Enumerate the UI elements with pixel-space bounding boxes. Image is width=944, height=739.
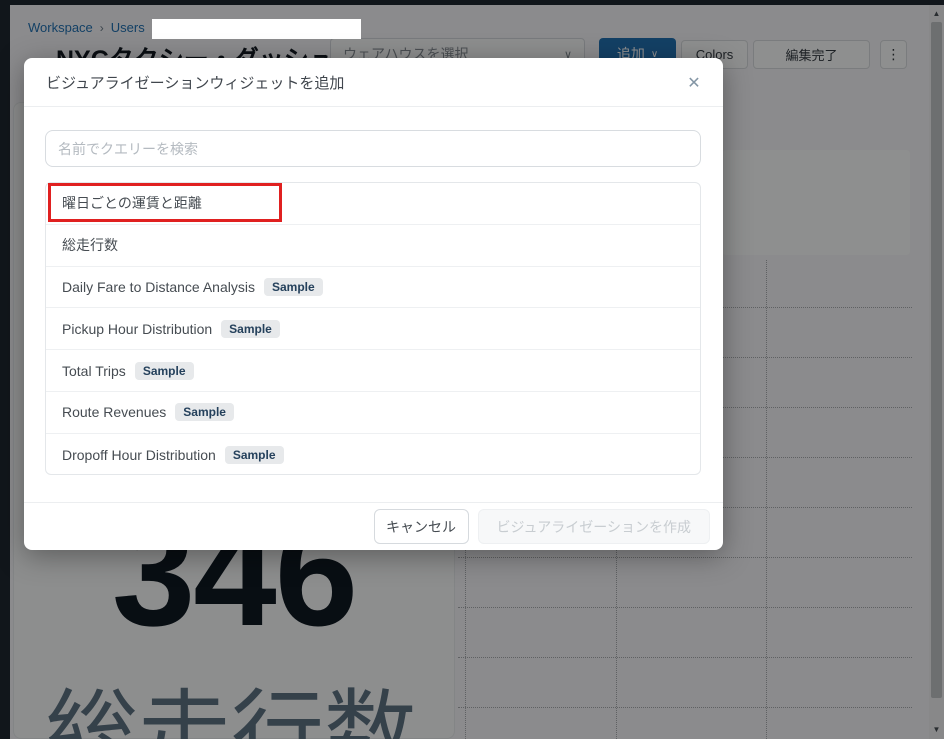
modal-footer: キャンセル ビジュアライゼーションを作成 — [24, 502, 723, 550]
query-list-item[interactable]: Dropoff Hour Distribution Sample — [46, 434, 700, 474]
query-name: Total Trips — [62, 362, 126, 379]
screen: Workspace › Users › NYCタクシー・ダッシュ ウェアハウスを… — [0, 0, 944, 739]
query-list: 曜日ごとの運賃と距離 総走行数 Daily Fare to Distance Ana… — [45, 182, 701, 475]
cancel-button[interactable]: キャンセル — [373, 509, 469, 544]
add-visualization-modal: ビジュアライゼーションウィジェットを追加 ✕ 曜日ごとの運賃と距離総走行数 Dai… — [24, 58, 723, 550]
query-list-item[interactable]: Route Revenues Sample — [46, 392, 700, 434]
modal-header: ビジュアライゼーションウィジェットを追加 — [24, 58, 723, 107]
query-search-input[interactable] — [45, 130, 701, 167]
query-list-item[interactable]: Pickup Hour Distribution Sample — [46, 308, 700, 351]
sample-badge: Sample — [221, 319, 280, 338]
modal-title: ビジュアライゼーションウィジェットを追加 — [46, 74, 345, 92]
query-list-item[interactable]: Total Trips Sample — [46, 350, 700, 392]
query-list-item[interactable]: Daily Fare to Distance Analysis Sample — [46, 267, 700, 309]
query-list-item[interactable]: 曜日ごとの運賃と距離 — [46, 183, 700, 225]
query-name: Daily Fare to Distance Analysis — [62, 278, 255, 295]
query-name: Route Revenues — [62, 404, 167, 421]
sample-badge: Sample — [175, 403, 234, 422]
query-name: 総走行数 — [62, 237, 118, 254]
query-name: 曜日ごとの運賃と距離 — [62, 195, 202, 212]
query-list-item[interactable]: 総走行数 — [46, 225, 700, 267]
sample-badge: Sample — [224, 445, 284, 464]
redaction-box — [152, 19, 361, 39]
sample-badge: Sample — [263, 277, 323, 296]
close-icon[interactable]: ✕ — [683, 72, 705, 94]
create-visualization-button[interactable]: ビジュアライゼーションを作成 — [477, 509, 710, 544]
query-name: Pickup Hour Distribution — [62, 320, 213, 337]
sample-badge: Sample — [134, 361, 194, 380]
query-name: Dropoff Hour Distribution — [62, 446, 216, 463]
